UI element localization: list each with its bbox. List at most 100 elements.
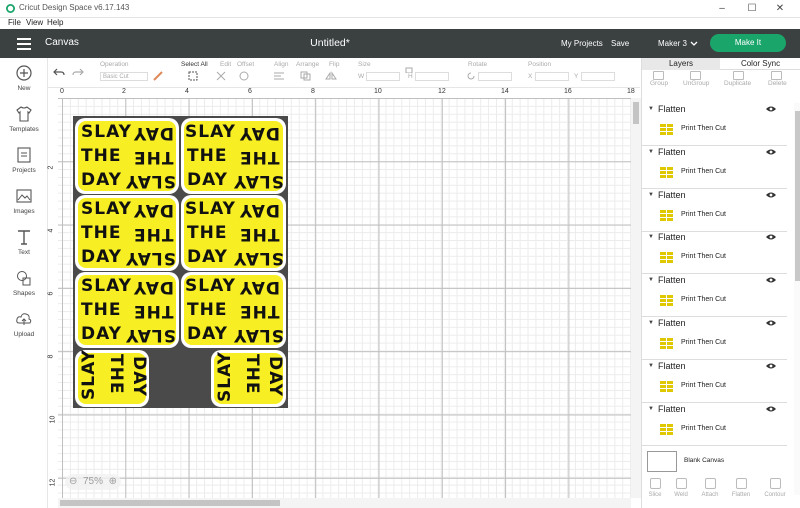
height-input[interactable]: [415, 72, 449, 81]
ruler-tick: 14: [501, 88, 509, 95]
sticker-sheet[interactable]: SLAY DAY THE THE DAY SLAY SLAY DAY THE T…: [73, 116, 288, 408]
eye-icon[interactable]: [766, 234, 776, 240]
duplicate-button[interactable]: Duplicate: [724, 80, 751, 87]
layer-group[interactable]: ▼ Flatten Print Then Cut: [642, 231, 787, 275]
sidebar-item-text[interactable]: Text: [0, 228, 48, 256]
sticker-slay-the-day[interactable]: SLAY DAY THE THE DAY SLAY: [181, 195, 286, 271]
sticker-slay-the-day[interactable]: SLAY DAY THE THE DAY SLAY: [181, 272, 286, 348]
caret-down-icon[interactable]: ▼: [648, 192, 654, 198]
sticker-slay-the-day[interactable]: SLAY DAY THE THE DAY SLAY: [75, 272, 179, 348]
select-all-icon[interactable]: [188, 71, 198, 81]
ungroup-icon[interactable]: [690, 71, 701, 80]
sticker-slay-the-day-vertical[interactable]: SLAY THE DAY: [211, 350, 286, 407]
ungroup-button[interactable]: UnGroup: [683, 80, 709, 87]
canvas-vertical-scrollbar[interactable]: [631, 98, 641, 498]
select-all-label[interactable]: Select All: [181, 61, 208, 68]
sticker-slay-the-day[interactable]: SLAY DAY THE THE DAY SLAY: [75, 195, 179, 271]
eye-icon[interactable]: [766, 192, 776, 198]
caret-down-icon[interactable]: ▼: [648, 149, 654, 155]
layers-scrollbar[interactable]: [794, 103, 800, 495]
ruler-tick: 12: [438, 88, 446, 95]
eye-icon[interactable]: [766, 320, 776, 326]
arrange-icon[interactable]: [300, 71, 314, 81]
caret-down-icon[interactable]: ▼: [648, 106, 654, 112]
offset-icon[interactable]: [239, 71, 253, 81]
machine-selector[interactable]: Maker 3: [658, 39, 687, 48]
sidebar-item-new[interactable]: New: [0, 64, 48, 92]
operation-label: Operation: [100, 61, 129, 68]
eye-icon[interactable]: [766, 406, 776, 412]
eye-icon[interactable]: [766, 363, 776, 369]
make-it-button[interactable]: Make It: [710, 34, 786, 52]
tab-layers[interactable]: Layers: [642, 58, 720, 70]
sidebar-item-projects[interactable]: Projects: [0, 146, 48, 174]
caret-down-icon[interactable]: ▼: [648, 406, 654, 412]
save-button[interactable]: Save: [611, 39, 629, 48]
caret-down-icon[interactable]: ▼: [648, 234, 654, 240]
contour-button[interactable]: Contour: [760, 478, 790, 498]
zoom-out-icon[interactable]: ⊖: [69, 474, 77, 490]
canvas-horizontal-scrollbar[interactable]: [58, 498, 631, 508]
group-button[interactable]: Group: [650, 80, 668, 87]
rotate-input[interactable]: [478, 72, 512, 81]
duplicate-icon[interactable]: [733, 71, 744, 80]
weld-button[interactable]: Weld: [666, 478, 696, 498]
position-y-input[interactable]: [581, 72, 615, 81]
blank-canvas-swatch[interactable]: [647, 451, 677, 472]
sidebar-item-shapes[interactable]: Shapes: [0, 269, 48, 297]
minimize-button[interactable]: –: [708, 0, 736, 18]
lock-icon[interactable]: [404, 65, 414, 73]
tab-color-sync[interactable]: Color Sync: [720, 58, 800, 70]
pen-color-icon[interactable]: [153, 71, 163, 81]
maximize-button[interactable]: ☐: [738, 0, 766, 18]
trash-icon[interactable]: [771, 71, 782, 80]
flip-icon[interactable]: [325, 71, 339, 81]
sticker-slay-the-day-vertical[interactable]: SLAY THE DAY: [75, 349, 149, 407]
redo-icon[interactable]: [72, 67, 84, 77]
layer-group[interactable]: ▼ Flatten Print Then Cut: [642, 403, 787, 446]
undo-icon[interactable]: [53, 67, 65, 77]
eye-icon[interactable]: [766, 106, 776, 112]
caret-down-icon[interactable]: ▼: [648, 277, 654, 283]
document-title[interactable]: Untitled*: [280, 37, 380, 49]
edit-label: Edit: [220, 61, 232, 68]
layer-group[interactable]: ▼ Flatten Print Then Cut: [642, 274, 787, 318]
rotate-icon[interactable]: [466, 71, 476, 81]
caret-down-icon[interactable]: ▼: [648, 363, 654, 369]
sticker-slay-the-day[interactable]: SLAY DAY THE THE DAY SLAY: [75, 118, 179, 194]
hamburger-menu-icon[interactable]: [17, 38, 31, 50]
eye-icon[interactable]: [766, 277, 776, 283]
group-icon[interactable]: [653, 71, 664, 80]
layer-name: Flatten: [658, 403, 686, 414]
delete-button[interactable]: Delete: [768, 80, 787, 87]
menu-view[interactable]: View: [26, 18, 43, 27]
layer-group[interactable]: ▼ Flatten Print Then Cut: [642, 317, 787, 360]
chevron-down-icon[interactable]: [690, 41, 698, 47]
attach-button[interactable]: Attach: [695, 478, 725, 498]
sidebar-item-upload[interactable]: Upload: [0, 310, 48, 338]
close-button[interactable]: ✕: [766, 0, 794, 18]
position-x-input[interactable]: [535, 72, 569, 81]
align-icon[interactable]: [273, 71, 287, 81]
eye-icon[interactable]: [766, 149, 776, 155]
width-input[interactable]: [366, 72, 400, 81]
ruler-tick: 2: [122, 88, 126, 95]
edit-icon[interactable]: [216, 71, 230, 81]
sidebar-item-images[interactable]: Images: [0, 187, 48, 215]
operation-select[interactable]: Basic Cut: [100, 72, 148, 81]
zoom-in-icon[interactable]: ⊕: [109, 474, 117, 490]
ruler-tick: 6: [248, 88, 252, 95]
flatten-button[interactable]: Flatten: [726, 478, 756, 498]
sticker-slay-the-day[interactable]: SLAY DAY THE THE DAY SLAY: [181, 118, 286, 194]
my-projects-link[interactable]: My Projects: [561, 39, 603, 48]
zoom-control[interactable]: ⊖ 75% ⊕: [65, 474, 121, 490]
menu-file[interactable]: File: [8, 18, 21, 27]
menu-help[interactable]: Help: [47, 18, 63, 27]
sidebar-item-templates[interactable]: Templates: [0, 105, 48, 133]
layer-group[interactable]: ▼ Flatten Print Then Cut: [642, 189, 787, 232]
layer-group[interactable]: ▼ Flatten Print Then Cut: [642, 360, 787, 403]
caret-down-icon[interactable]: ▼: [648, 320, 654, 326]
layer-group[interactable]: ▼ Flatten Print Then Cut: [642, 103, 787, 146]
sticker-word: DAY: [187, 170, 228, 190]
layer-group[interactable]: ▼ Flatten Print Then Cut: [642, 146, 787, 189]
